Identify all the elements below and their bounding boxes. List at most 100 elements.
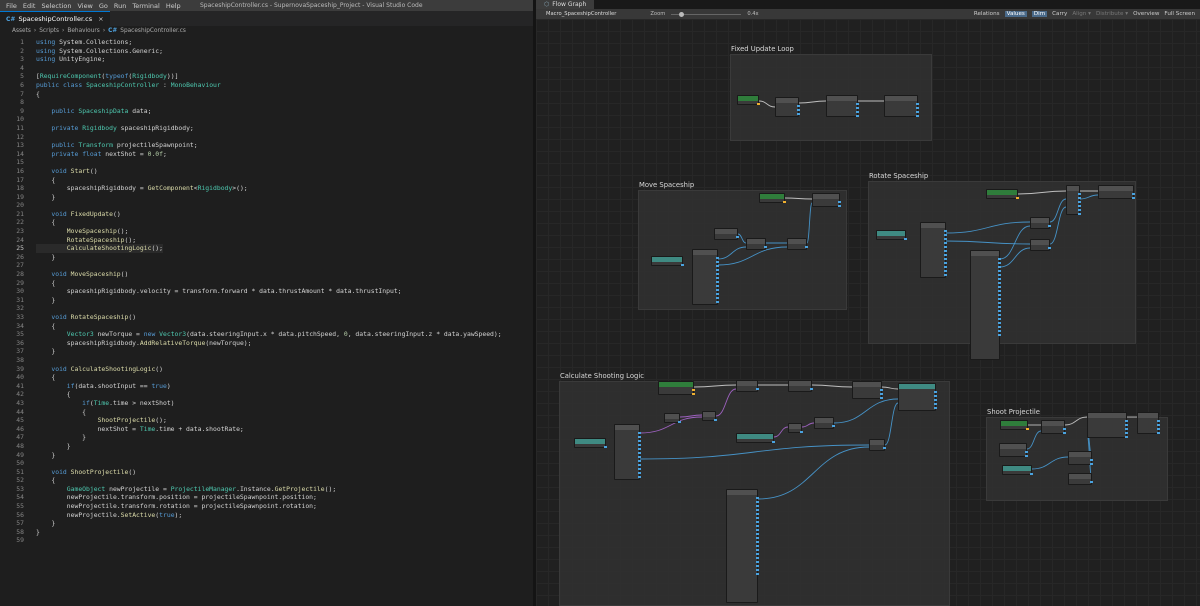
- code-line[interactable]: 18 spaceshipRigidbody = GetComponent<Rig…: [0, 184, 533, 193]
- set-active-node[interactable]: [1137, 412, 1160, 434]
- menu-item-go[interactable]: Go: [99, 2, 108, 10]
- code-line[interactable]: 22 {: [0, 218, 533, 227]
- menu-item-file[interactable]: File: [6, 2, 17, 10]
- time-node[interactable]: [664, 413, 681, 423]
- node-port[interactable]: [638, 440, 641, 442]
- code-line[interactable]: 9 public SpaceshipData data;: [0, 107, 533, 116]
- node-port[interactable]: [756, 565, 759, 567]
- code-line[interactable]: 21 void FixedUpdate(): [0, 210, 533, 219]
- node-port[interactable]: [1025, 455, 1028, 457]
- node-port[interactable]: [944, 230, 947, 232]
- spaceship-data-node[interactable]: [920, 222, 947, 278]
- node-port[interactable]: [944, 266, 947, 268]
- node-port[interactable]: [1157, 428, 1160, 430]
- node-port[interactable]: [998, 286, 1001, 288]
- node-port[interactable]: [1125, 424, 1128, 426]
- code-line[interactable]: 8: [0, 98, 533, 107]
- spaceship-data-node[interactable]: [692, 249, 719, 305]
- node-port[interactable]: [716, 293, 719, 295]
- code-line[interactable]: 36 spaceshipRigidbody.AddRelativeTorque(…: [0, 339, 533, 348]
- node-port[interactable]: [1090, 463, 1093, 465]
- node-port[interactable]: [638, 452, 641, 454]
- node-port[interactable]: [797, 113, 800, 115]
- code-line[interactable]: 10: [0, 115, 533, 124]
- node-port[interactable]: [1078, 205, 1081, 207]
- node-port[interactable]: [638, 464, 641, 466]
- toggle-overview[interactable]: Overview: [1133, 11, 1159, 17]
- tab-flow-graph[interactable]: ⬡ Flow Graph: [536, 0, 595, 9]
- code-line[interactable]: 26 }: [0, 253, 533, 262]
- node-port[interactable]: [756, 541, 759, 543]
- node-port[interactable]: [757, 103, 760, 105]
- node-port[interactable]: [904, 238, 907, 240]
- custom-event-node[interactable]: [658, 381, 695, 395]
- node-port[interactable]: [756, 529, 759, 531]
- node-port[interactable]: [638, 436, 641, 438]
- node-port[interactable]: [998, 294, 1001, 296]
- get-variable-node[interactable]: [1002, 465, 1033, 475]
- set-rotation-node[interactable]: [1068, 451, 1093, 465]
- node-port[interactable]: [716, 301, 719, 303]
- node-port[interactable]: [998, 270, 1001, 272]
- code-line[interactable]: 44 {: [0, 408, 533, 417]
- set-velocity-node[interactable]: [812, 193, 841, 207]
- node-port[interactable]: [716, 273, 719, 275]
- code-line[interactable]: 40 {: [0, 373, 533, 382]
- code-line[interactable]: 5 [RequireComponent(typeof(Rigidbody))]: [0, 72, 533, 81]
- greater-than-node[interactable]: [702, 411, 717, 421]
- node-port[interactable]: [998, 278, 1001, 280]
- rotate-spaceship-invoke-node[interactable]: [826, 95, 859, 117]
- node-port[interactable]: [1063, 432, 1066, 434]
- toggle-carry[interactable]: Carry: [1052, 11, 1067, 17]
- add-node[interactable]: [814, 417, 835, 429]
- code-line[interactable]: 57 }: [0, 519, 533, 528]
- code-line[interactable]: 38: [0, 356, 533, 365]
- node-port[interactable]: [800, 431, 803, 433]
- code-line[interactable]: 11 private Rigidbody spaceshipRigidbody;: [0, 124, 533, 133]
- code-line[interactable]: 58}: [0, 528, 533, 537]
- node-port[interactable]: [916, 103, 919, 105]
- code-line[interactable]: 25 CalculateShootingLogic();: [0, 244, 533, 253]
- get-variable-node[interactable]: [651, 256, 684, 266]
- zoom-slider[interactable]: [671, 11, 742, 17]
- code-line[interactable]: 4: [0, 64, 533, 73]
- node-port[interactable]: [998, 266, 1001, 268]
- node-port[interactable]: [883, 447, 886, 449]
- code-line[interactable]: 49 }: [0, 451, 533, 460]
- node-port[interactable]: [638, 460, 641, 462]
- node-port[interactable]: [716, 297, 719, 299]
- get-rotation-node[interactable]: [1068, 473, 1093, 485]
- node-port[interactable]: [638, 472, 641, 474]
- node-port[interactable]: [756, 537, 759, 539]
- node-port[interactable]: [756, 569, 759, 571]
- code-line[interactable]: 17 {: [0, 176, 533, 185]
- node-port[interactable]: [1157, 424, 1160, 426]
- close-icon[interactable]: ×: [98, 15, 103, 23]
- node-port[interactable]: [681, 264, 684, 266]
- node-port[interactable]: [716, 277, 719, 279]
- node-port[interactable]: [944, 274, 947, 276]
- node-port[interactable]: [716, 269, 719, 271]
- code-line[interactable]: 39 void CalculateShootingLogic(): [0, 365, 533, 374]
- node-port[interactable]: [998, 322, 1001, 324]
- node-port[interactable]: [716, 261, 719, 263]
- node-port[interactable]: [944, 242, 947, 244]
- node-port[interactable]: [998, 326, 1001, 328]
- code-editor[interactable]: 1 using System.Collections; 2 using System.…: [0, 38, 533, 545]
- code-line[interactable]: 59: [0, 536, 533, 545]
- node-port[interactable]: [998, 298, 1001, 300]
- menu-item-view[interactable]: View: [77, 2, 92, 10]
- graph-canvas[interactable]: Fixed Update Loop Move Spaceship Rotate …: [536, 19, 1200, 606]
- move-spaceship-invoke-node[interactable]: [775, 97, 800, 117]
- node-port[interactable]: [1016, 197, 1019, 199]
- node-port[interactable]: [944, 250, 947, 252]
- code-line[interactable]: 27: [0, 261, 533, 270]
- node-port[interactable]: [1132, 197, 1135, 199]
- menu-item-edit[interactable]: Edit: [23, 2, 36, 10]
- code-line[interactable]: 32: [0, 304, 533, 313]
- node-port[interactable]: [756, 545, 759, 547]
- node-port[interactable]: [756, 505, 759, 507]
- node-port[interactable]: [880, 397, 883, 399]
- node-port[interactable]: [838, 201, 841, 203]
- zoom-slider-handle[interactable]: [679, 11, 685, 17]
